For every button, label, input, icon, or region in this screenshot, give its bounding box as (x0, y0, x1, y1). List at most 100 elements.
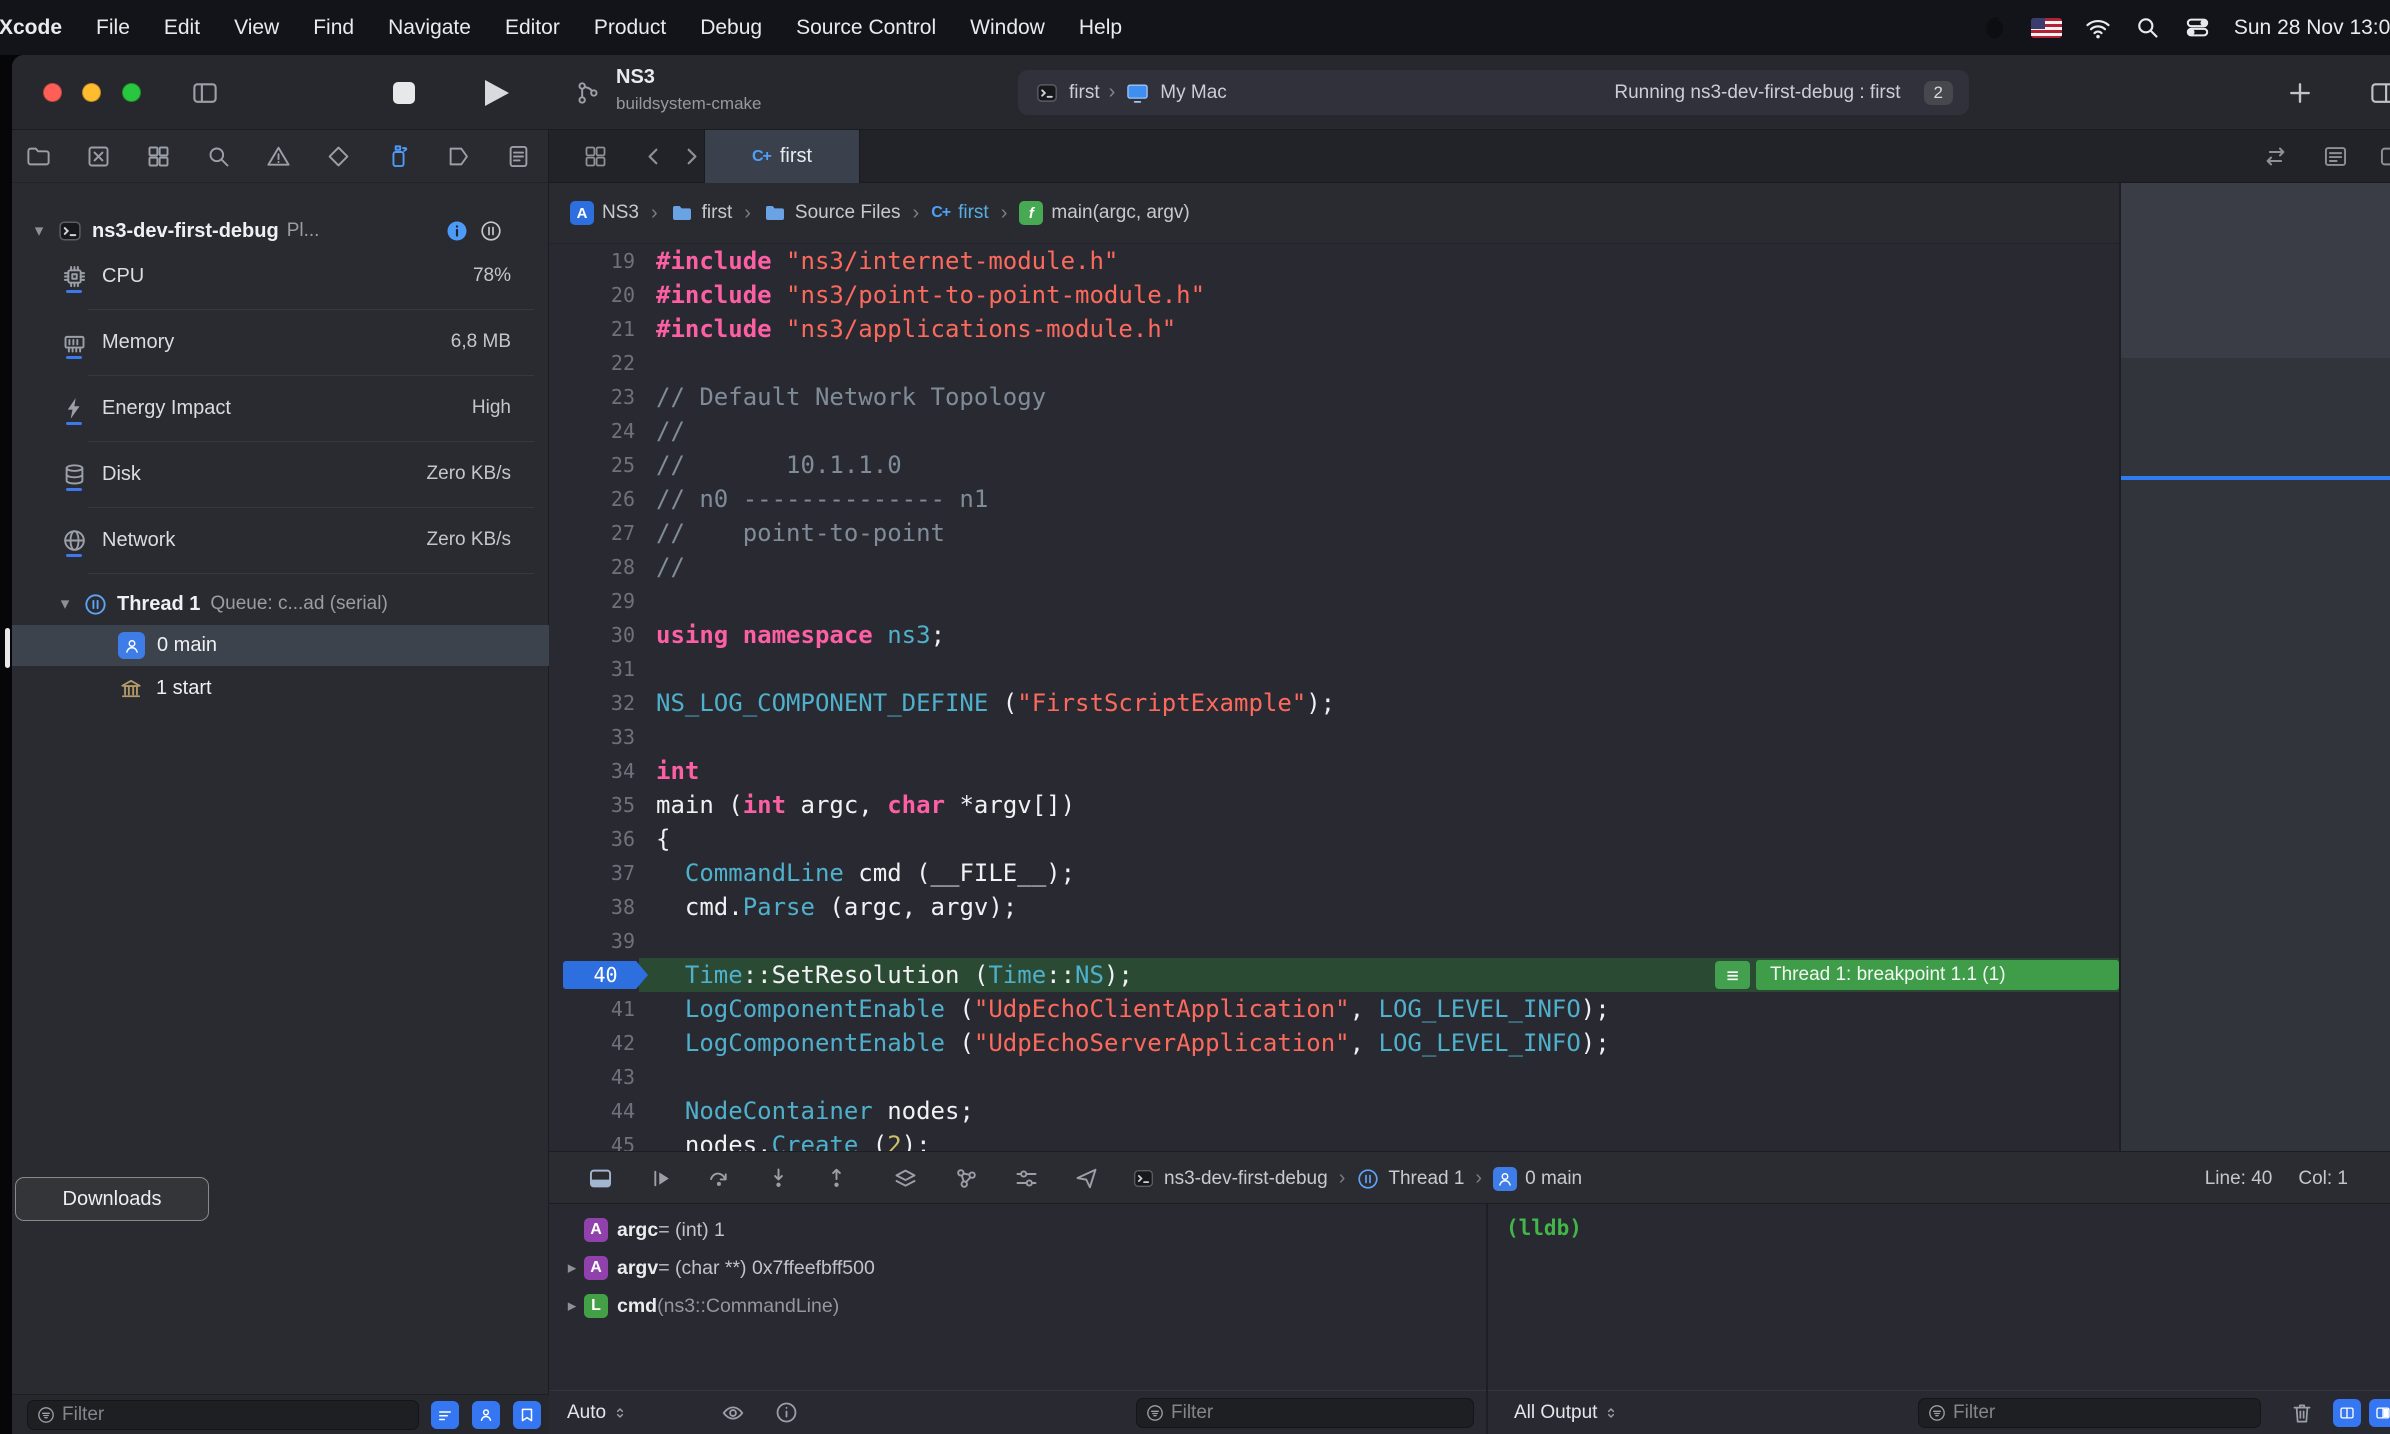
step-over-button[interactable] (706, 1165, 733, 1192)
control-center-icon[interactable] (2183, 13, 2212, 42)
simulate-location-button[interactable] (1073, 1165, 1100, 1192)
environment-overrides-button[interactable] (1013, 1165, 1040, 1192)
variable-row-argc[interactable]: Aargc = (int) 1 (563, 1211, 725, 1249)
line-number[interactable]: 38 (549, 890, 639, 924)
quick-look-eye-icon[interactable] (720, 1400, 746, 1426)
menu-edit[interactable]: Edit (147, 16, 217, 40)
menu-find[interactable]: Find (296, 16, 371, 40)
line-number[interactable]: 42 (549, 1026, 639, 1060)
hide-debug-area-button[interactable] (587, 1165, 614, 1192)
line-number[interactable]: 43 (549, 1060, 639, 1094)
toggle-navigator-icon[interactable] (190, 78, 220, 108)
line-number[interactable]: 34 (549, 754, 639, 788)
menu-window[interactable]: Window (953, 16, 1062, 40)
source-control-navigator-icon[interactable] (85, 143, 112, 170)
input-source-flag-icon[interactable] (2031, 18, 2062, 38)
line-number[interactable]: 24 (549, 414, 639, 448)
thread-row[interactable]: ▾ Thread 1 Queue: c...ad (serial) (56, 586, 388, 622)
filter-toggle-view-button[interactable] (513, 1401, 541, 1429)
console-pane-toggle-left[interactable] (2333, 1399, 2361, 1427)
breadcrumb-main-argc-argv-[interactable]: fmain(argc, argv) (1019, 201, 1189, 225)
line-number[interactable]: 27 (549, 516, 639, 550)
disclosure-triangle-icon[interactable]: ▸ (563, 1296, 581, 1316)
minimap-visible-region[interactable] (2121, 183, 2390, 358)
source-editor[interactable]: 19#include "ns3/internet-module.h"20#inc… (549, 244, 2119, 1151)
menu-debug[interactable]: Debug (683, 16, 779, 40)
gauge-row-energy-impact[interactable]: Energy ImpactHigh (12, 390, 549, 426)
line-number[interactable]: 23 (549, 380, 639, 414)
forward-chevron-icon[interactable] (678, 143, 705, 170)
downloads-button[interactable]: Downloads (15, 1177, 209, 1221)
console-output-popup[interactable]: All Output (1514, 1402, 1619, 1424)
menu-help[interactable]: Help (1062, 16, 1139, 40)
gauge-row-disk[interactable]: DiskZero KB/s (12, 456, 549, 492)
variables-filter-input[interactable] (1171, 1402, 1465, 1424)
activity-status-pill[interactable]: first › My Mac Running ns3-dev-first-deb… (1018, 70, 1969, 115)
debug-view-hierarchy-button[interactable] (892, 1165, 919, 1192)
line-number[interactable]: 36 (549, 822, 639, 856)
line-number[interactable]: 31 (549, 652, 639, 686)
wifi-icon[interactable] (2084, 14, 2112, 42)
run-button[interactable] (485, 80, 509, 106)
breakpoint-navigator-icon[interactable] (445, 143, 472, 170)
add-editor-icon[interactable] (2378, 143, 2390, 170)
menubar-clock[interactable]: Sun 28 Nov 13:00 (2234, 16, 2390, 40)
spotlight-search-icon[interactable] (2134, 14, 2161, 41)
line-number[interactable]: 37 (549, 856, 639, 890)
chevron-down-icon[interactable]: ▾ (30, 221, 48, 241)
line-number[interactable]: 41 (549, 992, 639, 1026)
code-review-icon[interactable] (2262, 143, 2289, 170)
breadcrumb-first[interactable]: C+first (931, 202, 989, 224)
breadcrumb-ns3[interactable]: ANS3 (570, 201, 639, 225)
filter-toggle-running-button[interactable] (431, 1401, 459, 1429)
tab-first[interactable]: C+ first (704, 130, 860, 183)
test-navigator-icon[interactable] (325, 143, 352, 170)
stack-frame-1-start[interactable]: 1 start (12, 668, 549, 709)
stop-button[interactable] (393, 82, 415, 104)
menu-source-control[interactable]: Source Control (779, 16, 953, 40)
menu-product[interactable]: Product (577, 16, 683, 40)
debug-navigator-icon[interactable] (385, 143, 412, 170)
breakpoint-actions-button[interactable]: ≡ (1715, 961, 1750, 989)
project-navigator-icon[interactable] (25, 143, 52, 170)
menu-editor[interactable]: Editor (488, 16, 577, 40)
zoom-button[interactable] (122, 83, 141, 102)
minimize-button[interactable] (82, 83, 101, 102)
back-chevron-icon[interactable] (640, 143, 667, 170)
variable-row-cmd[interactable]: ▸Lcmd (ns3::CommandLine) (563, 1287, 839, 1325)
console-pane-toggle-right[interactable] (2369, 1399, 2390, 1427)
step-into-button[interactable] (765, 1165, 792, 1192)
menu-xcode[interactable]: Xcode (0, 16, 79, 40)
line-number[interactable]: 28 (549, 550, 639, 584)
stack-frame-0-main[interactable]: 0 main (12, 625, 549, 666)
symbol-navigator-icon[interactable] (145, 143, 172, 170)
filter-toggle-flagged-button[interactable] (472, 1401, 500, 1429)
continue-button[interactable] (648, 1165, 675, 1192)
editor-options-icon[interactable] (2322, 143, 2349, 170)
variable-row-argv[interactable]: ▸Aargv = (char **) 0x7ffeefbff500 (563, 1249, 875, 1287)
variables-filter-field[interactable] (1136, 1398, 1474, 1428)
debug-breadcrumb-0-main[interactable]: 0 main (1493, 1167, 1582, 1191)
console-filter-field[interactable] (1918, 1398, 2261, 1428)
line-number[interactable]: 44 (549, 1094, 639, 1128)
variables-scope-popup[interactable]: Auto (567, 1402, 628, 1424)
chevron-down-icon[interactable]: ▾ (56, 594, 74, 614)
menu-file[interactable]: File (79, 16, 147, 40)
editor-layout-icon[interactable] (2368, 78, 2390, 108)
line-number[interactable]: 29 (549, 584, 639, 618)
sidebar-filter-input[interactable] (62, 1404, 410, 1426)
line-number[interactable]: 21 (549, 312, 639, 346)
line-number[interactable]: 45 (549, 1128, 639, 1151)
breadcrumb-first[interactable]: first (670, 201, 733, 225)
line-number[interactable]: 30 (549, 618, 639, 652)
sidebar-filter-field[interactable] (27, 1400, 419, 1430)
line-number[interactable]: 35 (549, 788, 639, 822)
debug-memory-graph-button[interactable] (953, 1165, 980, 1192)
menubar-app-icon[interactable] (1981, 14, 2009, 42)
menu-navigate[interactable]: Navigate (371, 16, 488, 40)
issue-navigator-icon[interactable] (265, 143, 292, 170)
line-number[interactable]: 33 (549, 720, 639, 754)
debug-breadcrumb-thread-1[interactable]: Thread 1 (1356, 1167, 1464, 1191)
report-navigator-icon[interactable] (505, 143, 532, 170)
scheme-subtitle[interactable]: buildsystem-cmake (616, 94, 762, 114)
